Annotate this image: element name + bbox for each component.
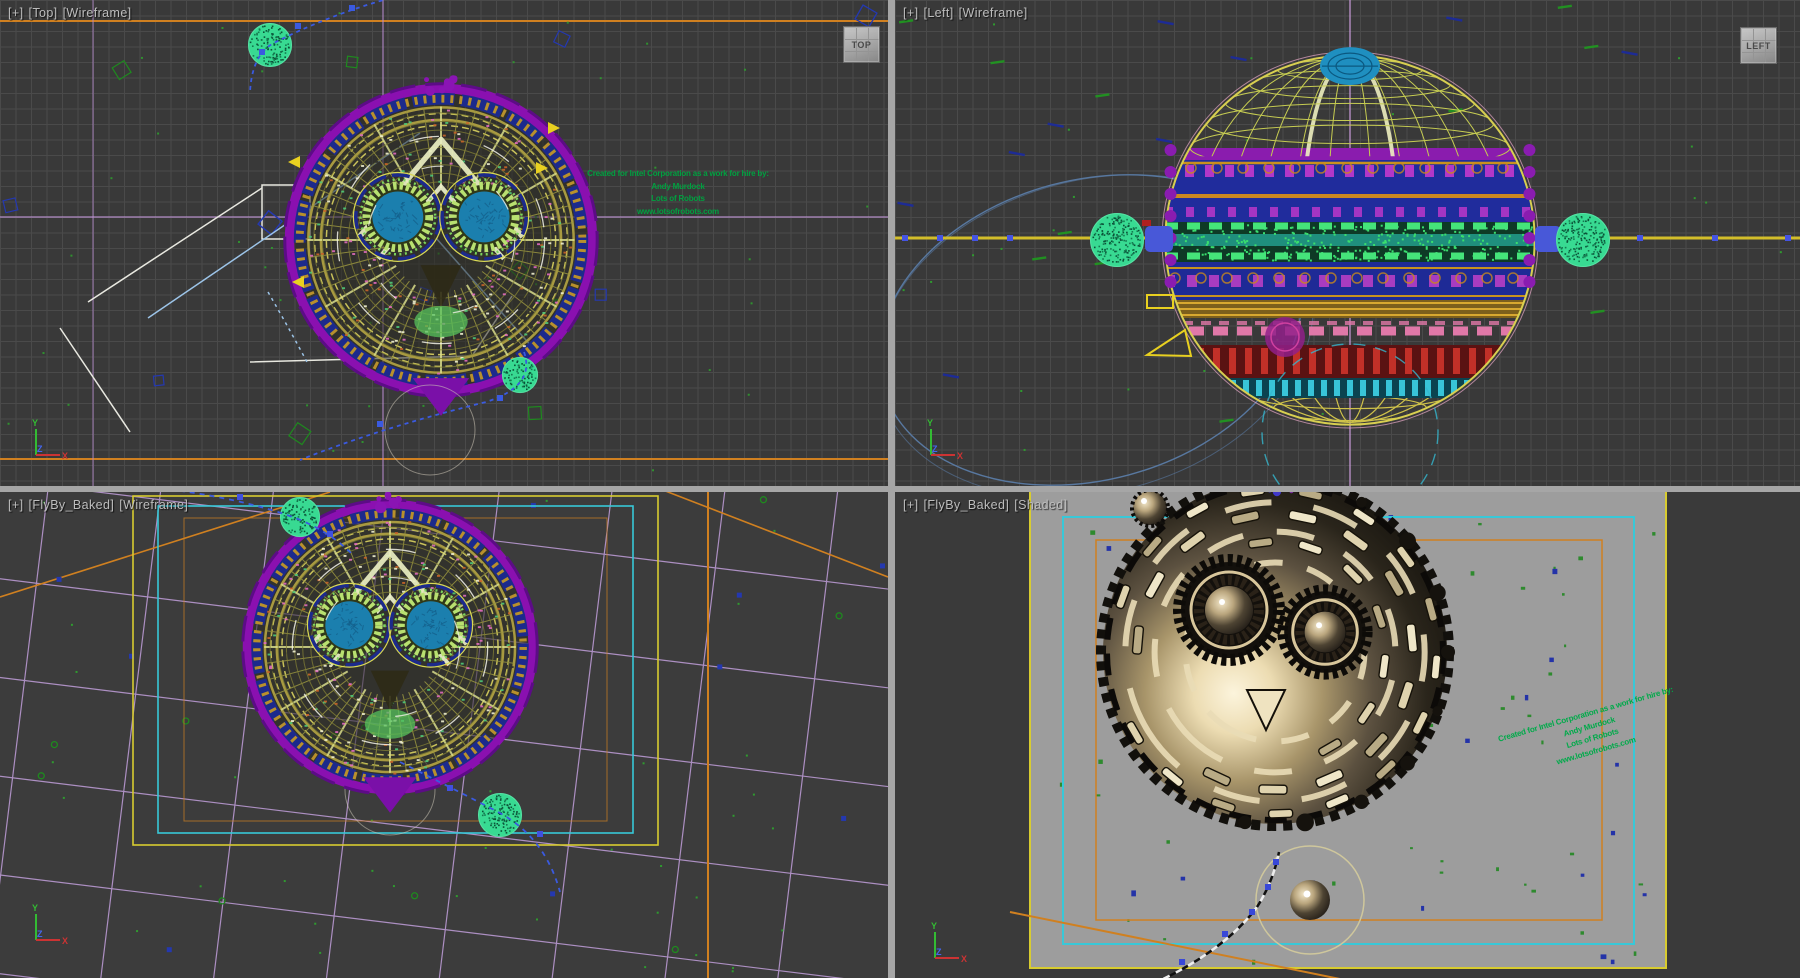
- svg-text:X: X: [961, 954, 967, 964]
- viewport-top-left-canvas[interactable]: Y X Z: [0, 0, 888, 486]
- svg-text:Y: Y: [927, 418, 933, 428]
- viewport-menu-pov[interactable]: [Left]: [923, 6, 953, 20]
- viewport-menu-general[interactable]: [+]: [903, 498, 918, 512]
- svg-text:Y: Y: [32, 418, 38, 428]
- viewport-label: [+] [Top] [Wireframe]: [8, 6, 137, 20]
- svg-text:X: X: [62, 936, 68, 946]
- viewcube[interactable]: LEFT: [1740, 27, 1777, 64]
- svg-text:Z: Z: [37, 929, 43, 939]
- viewport-bottom-left-canvas[interactable]: Y X Z: [0, 492, 888, 978]
- viewcube-face-label: TOP: [852, 40, 872, 50]
- viewport-top-right-canvas[interactable]: Y X Z: [895, 0, 1800, 486]
- viewport-menu-general[interactable]: [+]: [8, 498, 23, 512]
- viewcube[interactable]: TOP: [843, 26, 880, 63]
- svg-text:Z: Z: [932, 444, 938, 454]
- viewport-menu-pov[interactable]: [FlyBy_Baked]: [923, 498, 1009, 512]
- viewport-bottom-left[interactable]: Y X Z [+] [FlyBy_Baked] [Wireframe]: [0, 492, 888, 978]
- viewport-label: [+] [Left] [Wireframe]: [903, 6, 1033, 20]
- viewport-menu-shading[interactable]: [Wireframe]: [119, 498, 188, 512]
- viewport-top-left[interactable]: YXZ [+][Top][Wireframe] TOP Created for …: [0, 0, 888, 486]
- viewport-label: [+] [FlyBy_Baked] [Wireframe]: [8, 498, 193, 512]
- viewport-menu-general[interactable]: [+]: [903, 6, 918, 20]
- viewport-menu-shading[interactable]: [Wireframe]: [63, 6, 132, 20]
- svg-text:Z: Z: [37, 444, 43, 454]
- viewport-label: [+] [FlyBy_Baked] [Shaded]: [903, 498, 1073, 512]
- svg-text:X: X: [957, 451, 963, 461]
- svg-text:Z: Z: [936, 947, 942, 957]
- svg-text:Y: Y: [32, 903, 38, 913]
- viewport-bottom-right[interactable]: YXZ [+][FlyBy_Baked][Shaded] Created for…: [895, 492, 1800, 978]
- viewport-menu-pov[interactable]: [Top]: [28, 6, 57, 20]
- svg-text:X: X: [62, 451, 68, 461]
- viewport-menu-shading[interactable]: [Shaded]: [1014, 498, 1067, 512]
- viewport-menu-shading[interactable]: [Wireframe]: [959, 6, 1028, 20]
- viewport-top-right[interactable]: Y X Z [+] [Left] [Wireframe] LEFT: [895, 0, 1800, 486]
- svg-text:Y: Y: [931, 921, 937, 931]
- viewcube-face-label: LEFT: [1746, 41, 1771, 51]
- viewport-menu-pov[interactable]: [FlyBy_Baked]: [28, 498, 114, 512]
- viewport-menu-general[interactable]: [+]: [8, 6, 23, 20]
- viewport-quad-layout: YXZ [+][Top][Wireframe] TOP Created for …: [0, 0, 1800, 978]
- viewport-bottom-right-canvas[interactable]: Y X Z: [895, 492, 1800, 978]
